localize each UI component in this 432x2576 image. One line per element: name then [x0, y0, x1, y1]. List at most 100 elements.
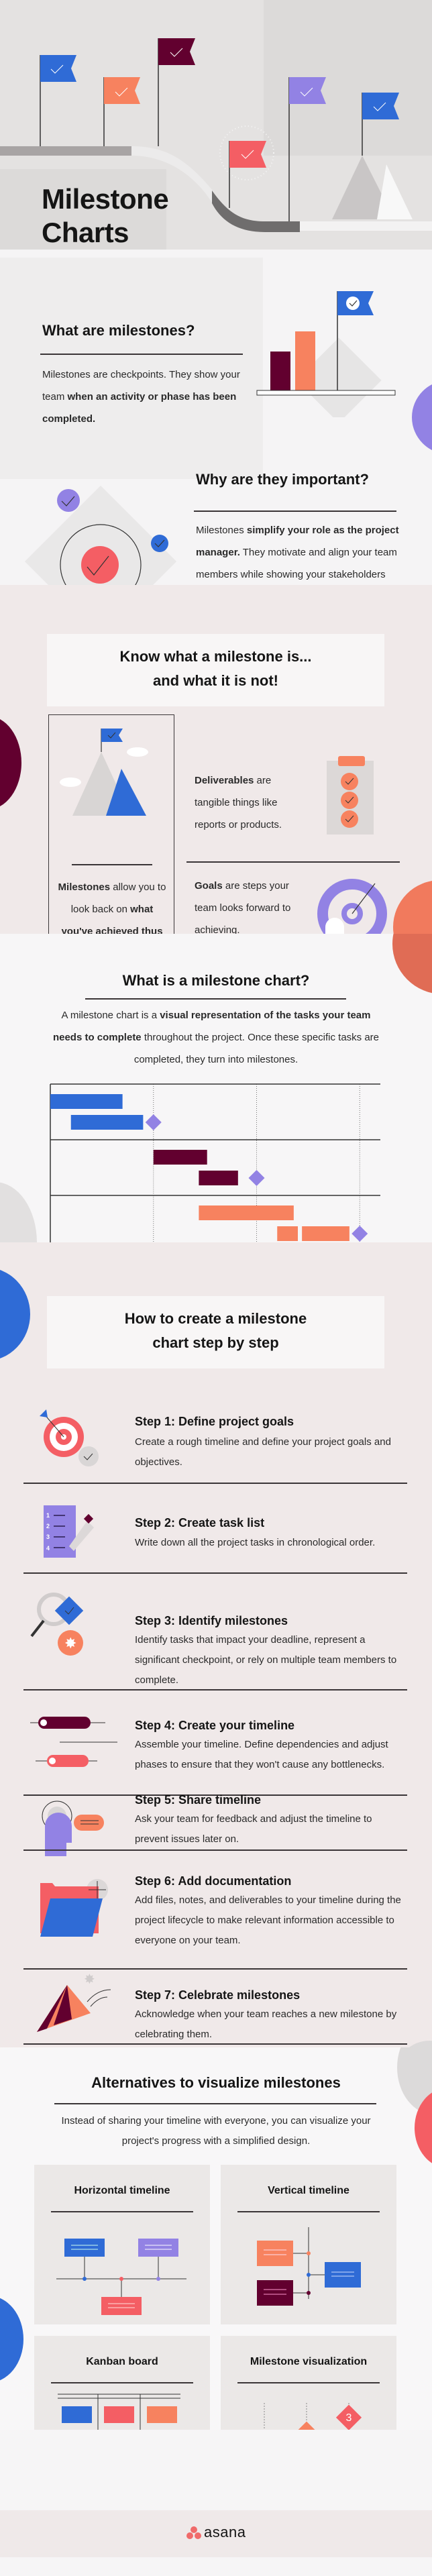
check-circle-icon: [81, 546, 119, 584]
decorative-circle: [0, 716, 21, 810]
section-heading: Alternatives to visualize milestones: [91, 2074, 341, 2091]
decorative-circle: [0, 1182, 37, 1242]
divider: [85, 998, 346, 1000]
svg-text:4: 4: [46, 1545, 50, 1552]
folder-icon: [40, 1879, 108, 1937]
task-bar: [153, 1150, 207, 1165]
road-segment: [300, 221, 432, 231]
share-icon: [42, 1801, 104, 1856]
magnifier-icon: ✸: [30, 1593, 84, 1656]
step-description: Write down all the project tasks in chro…: [135, 1537, 376, 1548]
milestone-diamond: [352, 1226, 368, 1242]
task-bar: [277, 1226, 298, 1241]
brand-name: asana: [204, 2524, 246, 2540]
hero-section: Milestone Charts What they are and how t…: [0, 0, 432, 250]
milestone-diamond: [145, 1114, 162, 1130]
task-list-icon: 1 2 3 4: [44, 1505, 94, 1558]
section-body: Instead of sharing your timeline with ev…: [61, 2115, 371, 2147]
divider: [72, 864, 152, 865]
svg-text:✸: ✸: [64, 1635, 76, 1652]
divider: [40, 354, 243, 355]
title-line: Charts: [42, 217, 129, 248]
card-kanban-board: Kanban board: [34, 2336, 210, 2430]
kanban-board-diagram: [58, 2394, 180, 2430]
decorative-circle: [0, 2296, 23, 2383]
svg-text:✸: ✸: [84, 1972, 95, 1987]
mountain-icon: [377, 164, 413, 219]
task-bar: [70, 1115, 144, 1130]
cycle-illustration: [24, 485, 177, 585]
flag-icon: [158, 38, 195, 146]
deliverables-text: Deliverables are tangible things like re…: [195, 775, 282, 830]
task-bar: [199, 1171, 238, 1185]
vertical-timeline-diagram: [257, 2227, 361, 2306]
goals-text: Goals are steps your team looks forward …: [195, 880, 291, 934]
milestone-diamond: [248, 1170, 265, 1186]
target-icon: [40, 1409, 99, 1466]
task-bar: [199, 1205, 294, 1220]
chart-section: What is a milestone chart? A milestone c…: [0, 934, 432, 1242]
milestones-card: Milestones allow you to look back on wha…: [48, 714, 174, 934]
divider: [23, 1572, 407, 1574]
step-title: Step 5: Share timeline: [135, 1793, 262, 1807]
page-title: Milestone Charts: [42, 182, 169, 250]
target-icon: [317, 879, 387, 934]
asana-logo[interactable]: asana: [0, 2524, 432, 2541]
footer: asana: [0, 2510, 432, 2557]
flag-icon: [229, 141, 266, 208]
divider: [186, 861, 400, 863]
bar: [270, 352, 290, 390]
step-title: Step 4: Create your timeline: [135, 1719, 295, 1732]
section-heading: What is a milestone chart?: [122, 972, 310, 989]
step-description: Identify tasks that impact your deadline…: [135, 1634, 397, 1686]
flag-icon: [288, 77, 326, 221]
section-title-box: Know what a milestone is... and what it …: [47, 634, 384, 706]
road-segment: [0, 146, 131, 156]
task-bar: [302, 1226, 349, 1241]
what-why-section: What are milestones? Milestones are chec…: [0, 250, 432, 585]
step-description: Add files, notes, and deliverables to yo…: [135, 1894, 401, 1946]
horizontal-timeline-diagram: [56, 2239, 186, 2315]
decorative-circle: [393, 880, 432, 934]
party-icon: ✸: [37, 1972, 111, 2032]
svg-text:1: 1: [46, 1512, 50, 1519]
card-vertical-timeline: Vertical timeline: [221, 2165, 396, 2324]
svg-text:2: 2: [46, 1523, 50, 1529]
step-description: Assemble your timeline. Define dependenc…: [135, 1739, 388, 1770]
flag-icon: [40, 55, 76, 146]
milestone-visualization-diagram: 1 2 3: [264, 2403, 362, 2430]
step-title: Step 2: Create task list: [135, 1516, 265, 1529]
step-description: Ask your team for feedback and adjust th…: [135, 1813, 372, 1845]
svg-text:3: 3: [46, 1534, 50, 1540]
title-line: Know what a milestone is...: [119, 648, 312, 665]
divider: [23, 1689, 407, 1690]
section-body: Milestones are checkpoints. They show yo…: [42, 369, 240, 425]
step-title: Step 3: Identify milestones: [135, 1614, 288, 1627]
road-segment: [212, 191, 300, 232]
mountain-flag-icon: [60, 729, 148, 816]
step-description: Acknowledge when your team reaches a new…: [135, 2008, 397, 2040]
milestone-gantt-chart: [50, 1083, 380, 1242]
decorative-circle: [0, 1267, 30, 1361]
task-bar: [50, 1094, 123, 1109]
step-title: Step 6: Add documentation: [135, 1874, 292, 1888]
know-section: Know what a milestone is... and what it …: [0, 585, 432, 934]
bar: [295, 331, 315, 390]
check-circle-icon: [57, 489, 80, 512]
section-title-box: How to create a milestone chart step by …: [47, 1296, 384, 1368]
timeline-icon: [30, 1717, 117, 1767]
decorative-circle: [412, 380, 432, 454]
step-title: Step 1: Define project goals: [135, 1415, 294, 1428]
divider: [194, 511, 396, 512]
milestone-number: 3: [346, 2412, 352, 2424]
flag-icon: [103, 77, 140, 146]
section-body: Milestones simplify your role as the pro…: [196, 525, 399, 580]
card-milestone-visualization: Milestone visualization 1 2 3: [221, 2336, 396, 2430]
clipboard-icon: [327, 756, 374, 835]
step-title: Step 7: Celebrate milestones: [135, 1988, 301, 2002]
milestones-text: Milestones allow you to look back on wha…: [58, 881, 166, 934]
divider: [23, 1483, 407, 1484]
section-heading: Why are they important?: [196, 471, 369, 488]
step-description: Create a rough timeline and define your …: [135, 1436, 391, 1468]
divider: [23, 2043, 407, 2045]
